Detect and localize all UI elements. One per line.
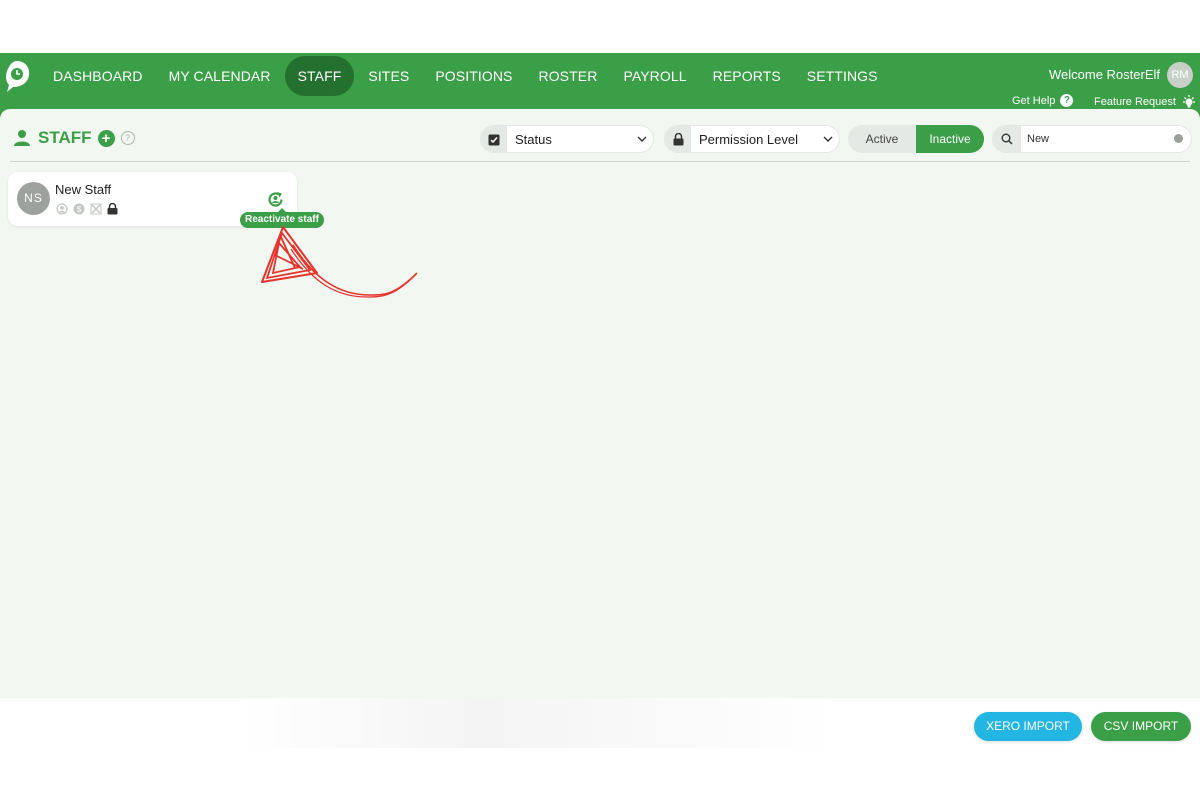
active-inactive-toggle: Active Inactive [848, 125, 984, 153]
nav-reports[interactable]: REPORTS [700, 56, 794, 96]
staff-name: New Staff [55, 182, 112, 197]
staff-avatar: NS [17, 182, 50, 215]
get-help-label: Get Help [1012, 94, 1056, 107]
main-nav: DASHBOARD MY CALENDAR STAFF SITES POSITI… [40, 53, 891, 99]
user-avatar[interactable]: RM [1167, 62, 1193, 88]
help-question-icon[interactable]: ? [120, 131, 135, 145]
reactivate-staff-icon[interactable] [266, 190, 285, 209]
csv-import-button[interactable]: CSV IMPORT [1091, 712, 1191, 741]
toggle-active[interactable]: Active [848, 125, 916, 153]
feature-request-label: Feature Request [1094, 96, 1176, 108]
page-title: STAFF + ? [12, 125, 135, 151]
person-icon [14, 130, 30, 146]
chevron-down-icon [817, 136, 839, 142]
lock-icon [107, 203, 118, 215]
toggle-inactive[interactable]: Inactive [916, 125, 984, 153]
permission-level-select[interactable]: Permission Level [664, 125, 840, 153]
user-badge-icon [56, 203, 68, 215]
page-title-label: STAFF [38, 128, 92, 147]
permission-select-value: Permission Level [699, 131, 798, 147]
search-input[interactable] [1021, 132, 1169, 146]
svg-text:$: $ [77, 205, 82, 214]
nav-payroll[interactable]: PAYROLL [610, 56, 699, 96]
dollar-icon: $ [73, 203, 85, 215]
nav-dashboard[interactable]: DASHBOARD [40, 56, 156, 96]
question-icon: ? [1060, 94, 1074, 107]
status-select-value: Status [515, 131, 552, 147]
nav-staff[interactable]: STAFF [284, 56, 355, 96]
red-arrow-annotation [261, 226, 418, 298]
feature-request-link[interactable]: Feature Request [1094, 94, 1197, 110]
lightbulb-icon [1182, 95, 1195, 108]
clear-search-icon[interactable] [1174, 134, 1183, 143]
nav-roster[interactable]: ROSTER [525, 56, 610, 96]
nav-sites[interactable]: SITES [355, 56, 422, 96]
add-staff-button[interactable]: + [97, 129, 115, 147]
search-icon [993, 126, 1021, 152]
topbar-curve [0, 109, 1200, 119]
staff-status-icons: $ [56, 203, 118, 215]
top-navigation-bar: DASHBOARD MY CALENDAR STAFF SITES POSITI… [0, 53, 1200, 109]
toolbar-divider [10, 161, 1190, 162]
staff-toolbar: STAFF + ? Status Permission Level Active [0, 125, 1200, 161]
rosterelf-logo-icon[interactable] [3, 59, 31, 93]
status-select[interactable]: Status [480, 125, 654, 153]
xero-link-icon [90, 203, 102, 215]
search-box [992, 125, 1192, 153]
get-help-link[interactable]: Get Help ? [1012, 94, 1074, 107]
clipboard-check-icon [481, 126, 507, 152]
app-frame: DASHBOARD MY CALENDAR STAFF SITES POSITI… [0, 53, 1200, 747]
chevron-down-icon [631, 136, 653, 142]
nav-settings[interactable]: SETTINGS [794, 56, 891, 96]
nav-positions[interactable]: POSITIONS [422, 56, 525, 96]
welcome-text: Welcome RosterElf [1048, 67, 1160, 82]
xero-import-button[interactable]: XERO IMPORT [974, 712, 1082, 741]
nav-my-calendar[interactable]: MY CALENDAR [156, 56, 284, 96]
lock-icon [665, 126, 691, 152]
